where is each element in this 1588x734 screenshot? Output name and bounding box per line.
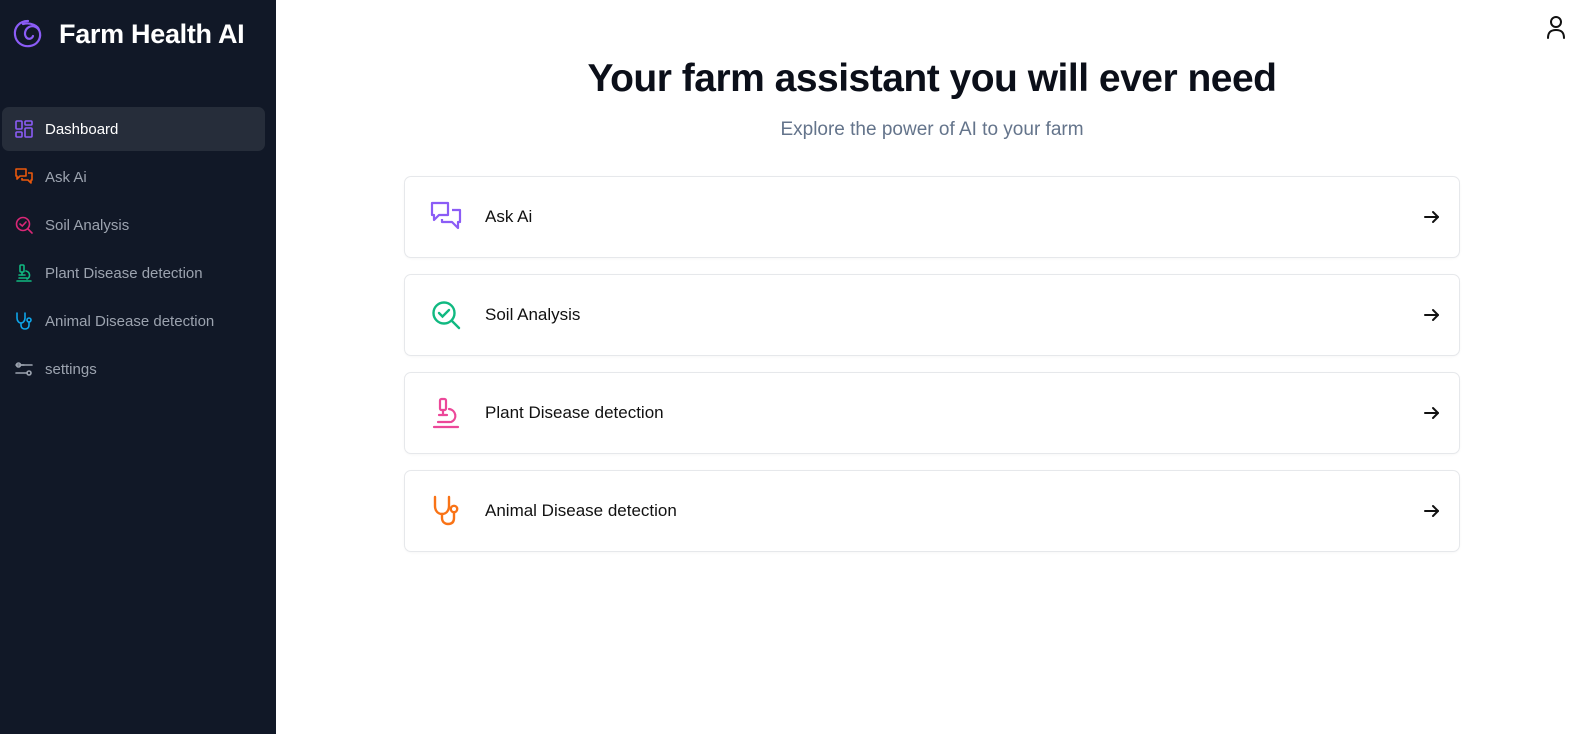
dashboard-grid-icon: [13, 118, 35, 140]
card-label: Ask Ai: [485, 207, 533, 226]
card-soil-analysis[interactable]: Soil Analysis: [404, 274, 1460, 356]
sidebar-item-label: settings: [45, 360, 97, 378]
search-check-icon: [429, 298, 463, 332]
page-subtitle: Explore the power of AI to your farm: [780, 119, 1084, 140]
sidebar-item-dashboard[interactable]: Dashboard: [2, 107, 265, 151]
sidebar-item-label: Plant Disease detection: [45, 264, 203, 282]
arrow-right-icon: [1421, 206, 1443, 228]
card-label: Plant Disease detection: [485, 403, 664, 422]
chat-bubbles-icon: [429, 200, 463, 234]
sidebar-item-ask-ai[interactable]: Ask Ai: [2, 155, 265, 199]
sliders-icon: [13, 358, 35, 380]
microscope-icon: [13, 262, 35, 284]
hero: Your farm assistant you will ever need E…: [276, 0, 1588, 141]
stethoscope-icon: [429, 494, 463, 528]
card-label: Animal Disease detection: [485, 501, 677, 520]
sidebar-item-label: Dashboard: [45, 120, 119, 138]
brand-title: Farm Health AI: [59, 18, 245, 49]
card-label: Soil Analysis: [485, 305, 581, 324]
sidebar-item-label: Ask Ai: [45, 168, 87, 186]
main-content: Your farm assistant you will ever need E…: [276, 0, 1588, 734]
sidebar-nav: Dashboard Ask Ai Soil Analysis Plant Dis…: [0, 107, 276, 391]
arrow-right-icon: [1421, 500, 1443, 522]
user-icon[interactable]: [1544, 14, 1568, 40]
microscope-icon: [429, 396, 463, 430]
feature-cards: Ask Ai Soil Analysis Plant Disease detec…: [404, 176, 1460, 552]
brand[interactable]: Farm Health AI: [0, 0, 276, 68]
page-title: Your farm assistant you will ever need: [587, 57, 1277, 100]
sidebar-item-label: Soil Analysis: [45, 216, 130, 234]
sidebar-item-soil-analysis[interactable]: Soil Analysis: [2, 203, 265, 247]
card-plant-disease[interactable]: Plant Disease detection: [404, 372, 1460, 454]
arrow-right-icon: [1421, 304, 1443, 326]
card-ask-ai[interactable]: Ask Ai: [404, 176, 1460, 258]
card-animal-disease[interactable]: Animal Disease detection: [404, 470, 1460, 552]
chat-bubbles-icon: [13, 166, 35, 188]
sidebar-item-label: Animal Disease detection: [45, 312, 215, 330]
sidebar: Farm Health AI Dashboard Ask Ai Soil Ana…: [0, 0, 276, 734]
search-check-icon: [13, 214, 35, 236]
stethoscope-icon: [13, 310, 35, 332]
sidebar-item-animal-disease[interactable]: Animal Disease detection: [2, 299, 265, 343]
sidebar-item-plant-disease[interactable]: Plant Disease detection: [2, 251, 265, 295]
swirl-logo-icon: [10, 16, 46, 52]
sidebar-item-settings[interactable]: settings: [2, 347, 265, 391]
arrow-right-icon: [1421, 402, 1443, 424]
